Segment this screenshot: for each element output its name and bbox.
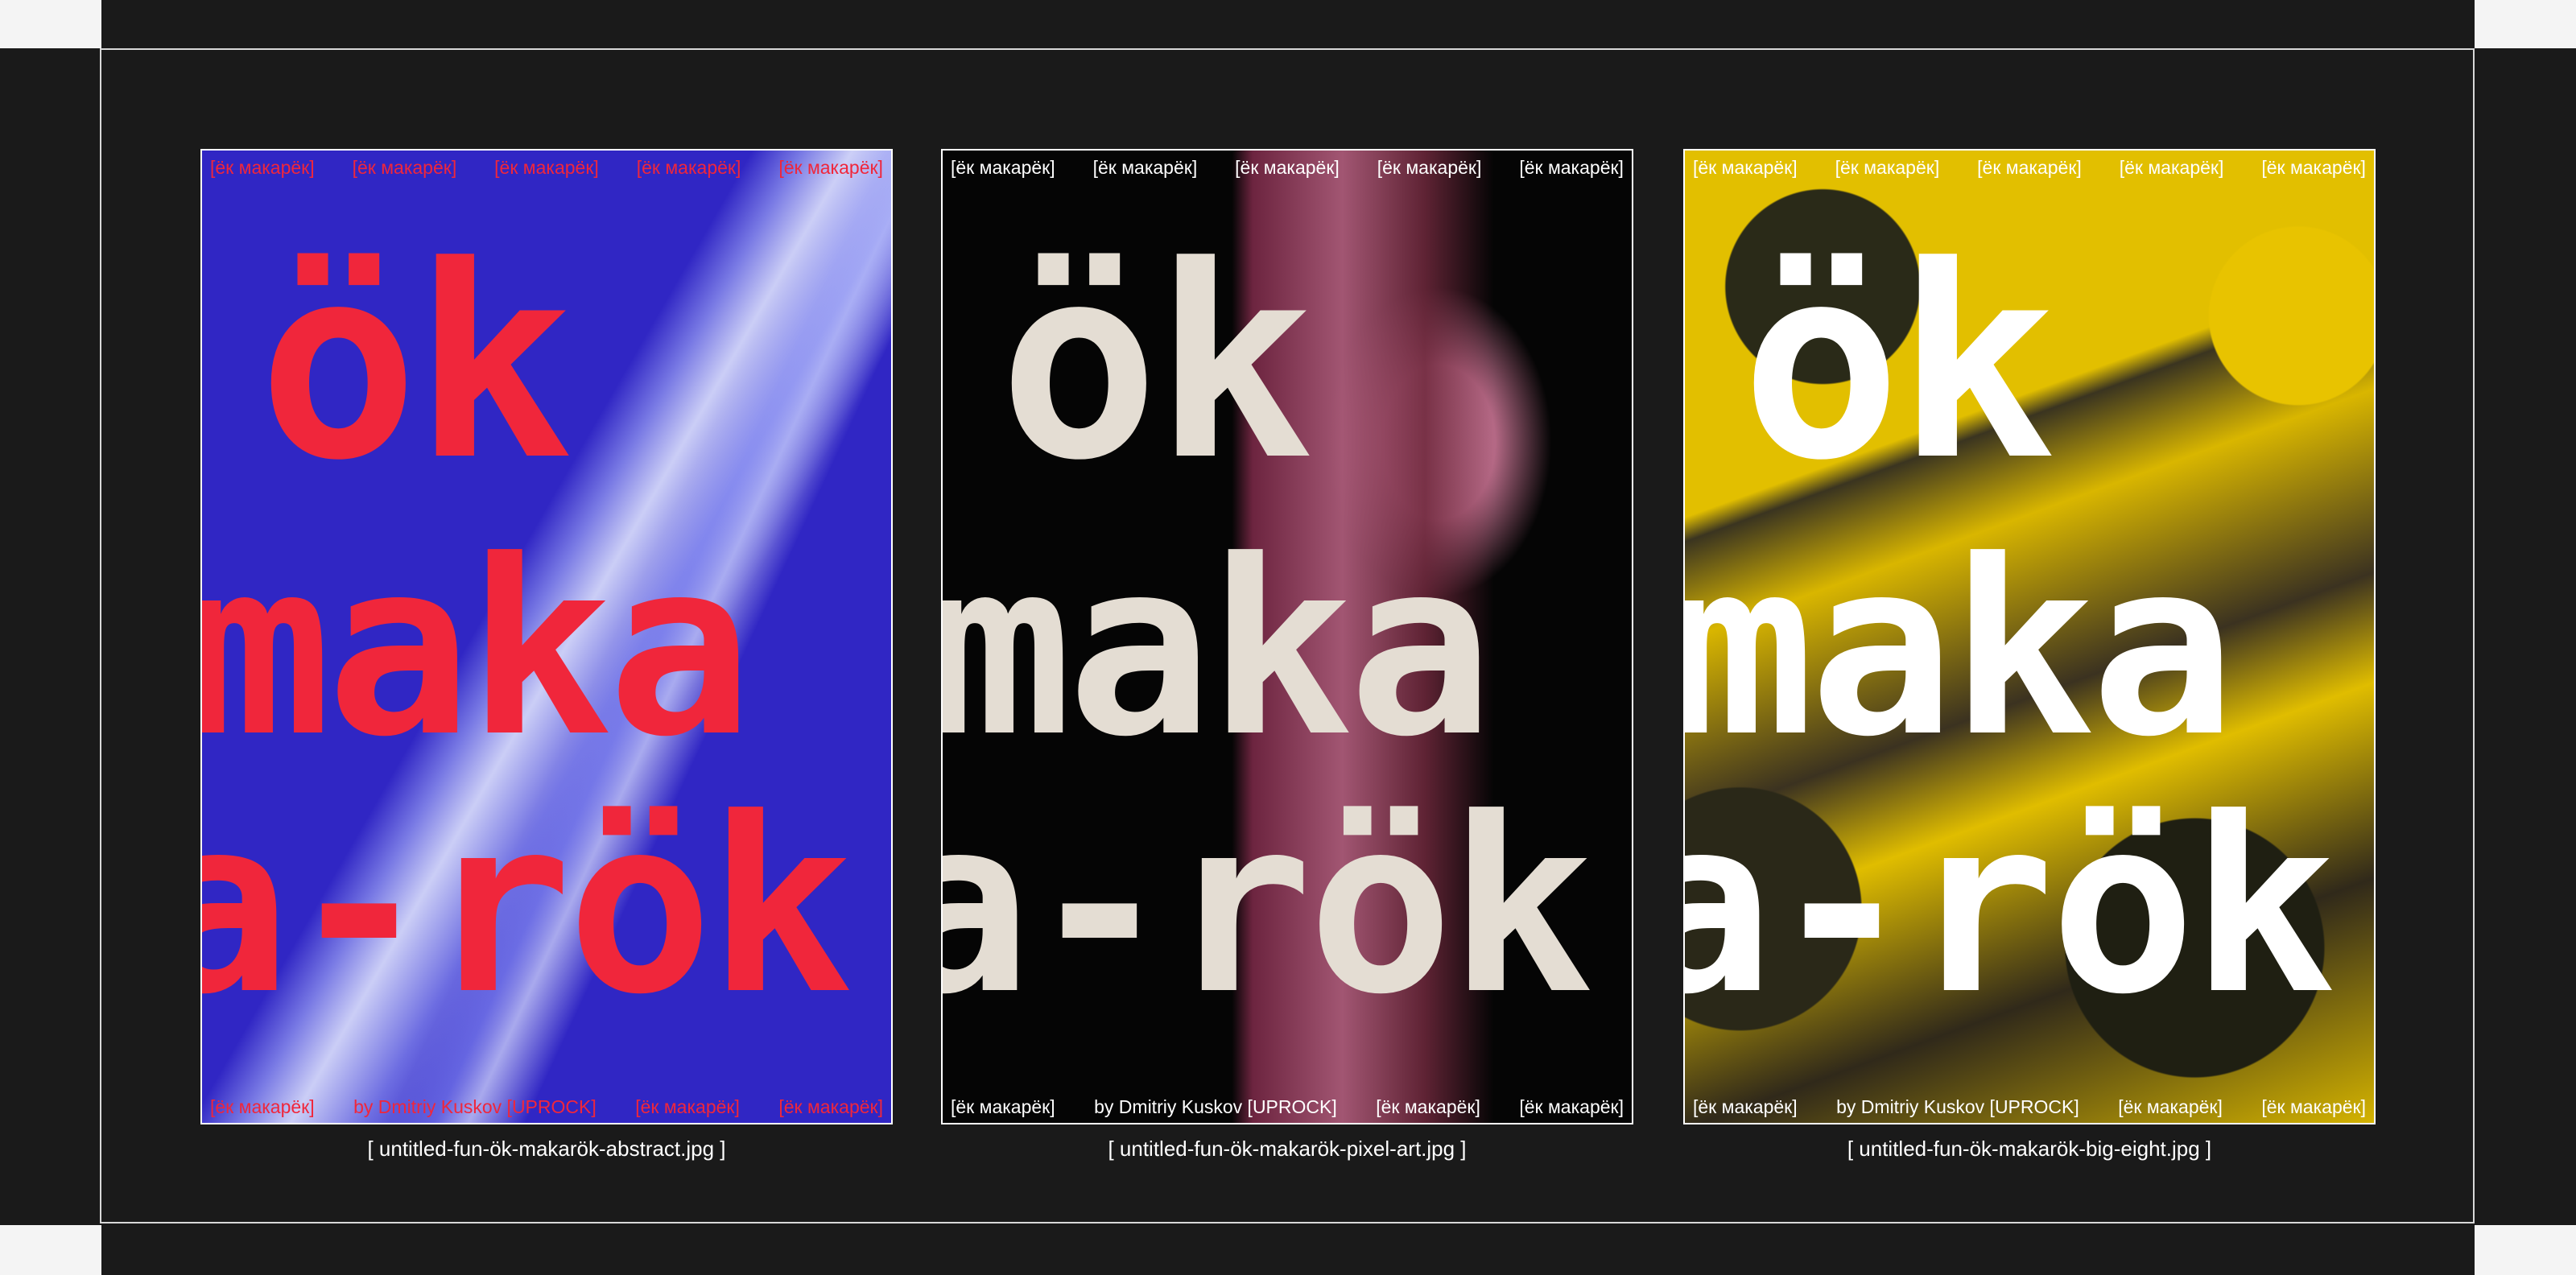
poster-headline-line: a-rök xyxy=(941,766,1594,1047)
poster-bottom-strip: [ёк макарёк] by Dmitriy Kuskov [UPROCK] … xyxy=(202,1096,891,1118)
poster-headline-line: ök xyxy=(258,209,573,518)
poster-headline-line: maka xyxy=(1683,509,2235,790)
poster-caption: [ untitled-fun-ök-makarök-big-eight.jpg … xyxy=(1847,1137,2212,1161)
strip-label: [ёк макарёк] xyxy=(210,1096,315,1117)
strip-label: [ёк макарёк] xyxy=(951,157,1055,178)
poster-headline-line: a-rök xyxy=(1683,766,2336,1047)
poster-abstract[interactable]: [ёк макарёк] [ёк макарёк] [ёк макарёк] [… xyxy=(200,149,893,1124)
poster-headline-line: ök xyxy=(1741,209,2056,518)
strip-label: [ёк макарёк] xyxy=(210,157,315,178)
strip-label: [ёк макарёк] xyxy=(1835,157,1940,178)
poster-top-strip: [ёк макарёк] [ёк макарёк] [ёк макарёк] [… xyxy=(202,157,891,179)
poster-big-eight[interactable]: [ёк макарёк] [ёк макарёк] [ёк макарёк] [… xyxy=(1683,149,2376,1124)
strip-label: [ёк макарёк] xyxy=(1519,1096,1624,1117)
strip-label: [ёк макарёк] xyxy=(1235,157,1340,178)
poster-bottom-strip: [ёк макарёк] by Dmitriy Kuskov [UPROCK] … xyxy=(943,1096,1632,1118)
edge-panel xyxy=(2475,0,2576,48)
strip-label: [ёк макарёк] xyxy=(778,157,883,178)
poster-headline-line: ök xyxy=(999,209,1314,518)
poster-bottom-strip: [ёк макарёк] by Dmitriy Kuskov [UPROCK] … xyxy=(1685,1096,2374,1118)
strip-label: [ёк макарёк] xyxy=(352,157,457,178)
strip-label: [ёк макарёк] xyxy=(635,1096,740,1117)
strip-label: [ёк макарёк] xyxy=(778,1096,883,1117)
poster-top-strip: [ёк макарёк] [ёк макарёк] [ёк макарёк] [… xyxy=(943,157,1632,179)
poster-credit: by Dmitriy Kuskov [UPROCK] xyxy=(353,1096,597,1117)
poster-headline-line: a-rök xyxy=(200,766,853,1047)
poster-caption: [ untitled-fun-ök-makarök-abstract.jpg ] xyxy=(367,1137,726,1161)
strip-label: [ёк макарёк] xyxy=(636,157,741,178)
strip-label: [ёк макарёк] xyxy=(951,1096,1055,1117)
strip-label: [ёк макарёк] xyxy=(494,157,599,178)
poster-pixel-art[interactable]: [ёк макарёк] [ёк макарёк] [ёк макарёк] [… xyxy=(941,149,1633,1124)
poster-credit: by Dmitriy Kuskov [UPROCK] xyxy=(1836,1096,2079,1117)
strip-label: [ёк макарёк] xyxy=(1376,1096,1480,1117)
strip-label: [ёк макарёк] xyxy=(1092,157,1198,178)
edge-panel xyxy=(0,1225,101,1275)
strip-label: [ёк макарёк] xyxy=(1977,157,2082,178)
poster-headline-line: maka xyxy=(200,509,753,790)
strip-label: [ёк макарёк] xyxy=(1693,157,1798,178)
strip-label: [ёк макарёк] xyxy=(2261,157,2366,178)
edge-panel xyxy=(2475,1225,2576,1275)
strip-label: [ёк макарёк] xyxy=(1377,157,1482,178)
strip-label: [ёк макарёк] xyxy=(2119,157,2224,178)
poster-headline-line: maka xyxy=(941,509,1493,790)
strip-label: [ёк макарёк] xyxy=(1693,1096,1798,1117)
poster-credit: by Dmitriy Kuskov [UPROCK] xyxy=(1094,1096,1337,1117)
strip-label: [ёк макарёк] xyxy=(2118,1096,2223,1117)
poster-caption: [ untitled-fun-ök-makarök-pixel-art.jpg … xyxy=(1108,1137,1467,1161)
strip-label: [ёк макарёк] xyxy=(1519,157,1624,178)
poster-top-strip: [ёк макарёк] [ёк макарёк] [ёк макарёк] [… xyxy=(1685,157,2374,179)
edge-panel xyxy=(0,0,101,48)
strip-label: [ёк макарёк] xyxy=(2261,1096,2366,1117)
